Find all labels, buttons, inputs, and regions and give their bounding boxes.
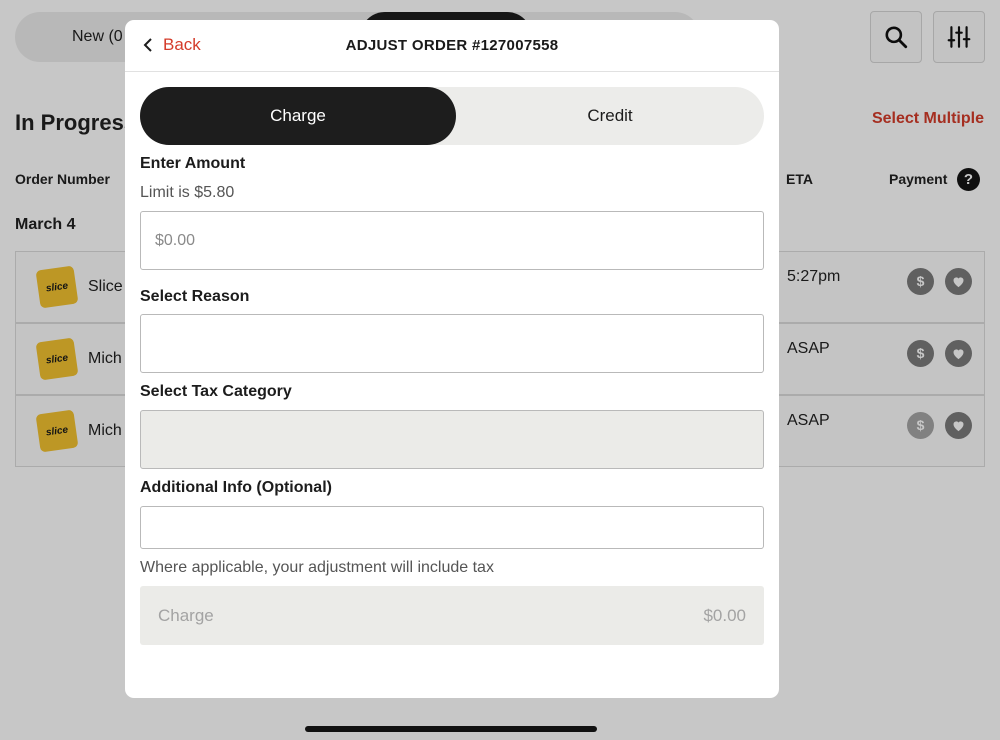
amount-label: Enter Amount xyxy=(140,155,246,172)
tax-category-label: Select Tax Category xyxy=(140,383,292,400)
amount-input[interactable] xyxy=(141,212,763,269)
charge-submit-amount: $0.00 xyxy=(703,606,746,625)
charge-submit-button[interactable]: Charge $0.00 xyxy=(140,586,764,645)
charge-submit-label: Charge xyxy=(158,606,214,625)
amount-limit: Limit is $5.80 xyxy=(140,184,235,201)
tax-note: Where applicable, your adjustment will i… xyxy=(140,559,494,576)
adjust-order-modal: Back ADJUST ORDER #127007558 Charge Cred… xyxy=(125,20,779,698)
amount-field-box xyxy=(140,211,764,270)
segment-charge[interactable]: Charge xyxy=(140,87,456,145)
segment-credit[interactable]: Credit xyxy=(456,87,764,145)
additional-info-input[interactable] xyxy=(141,507,763,548)
additional-info-label: Additional Info (Optional) xyxy=(140,479,332,496)
additional-info-box xyxy=(140,506,764,549)
modal-title: ADJUST ORDER #127007558 xyxy=(345,37,559,54)
home-indicator[interactable] xyxy=(305,726,597,732)
reason-select[interactable] xyxy=(140,314,764,373)
tax-category-select[interactable] xyxy=(140,410,764,469)
modal-header: Back ADJUST ORDER #127007558 xyxy=(125,20,779,72)
reason-label: Select Reason xyxy=(140,288,250,305)
charge-credit-toggle: Charge Credit xyxy=(140,87,764,145)
